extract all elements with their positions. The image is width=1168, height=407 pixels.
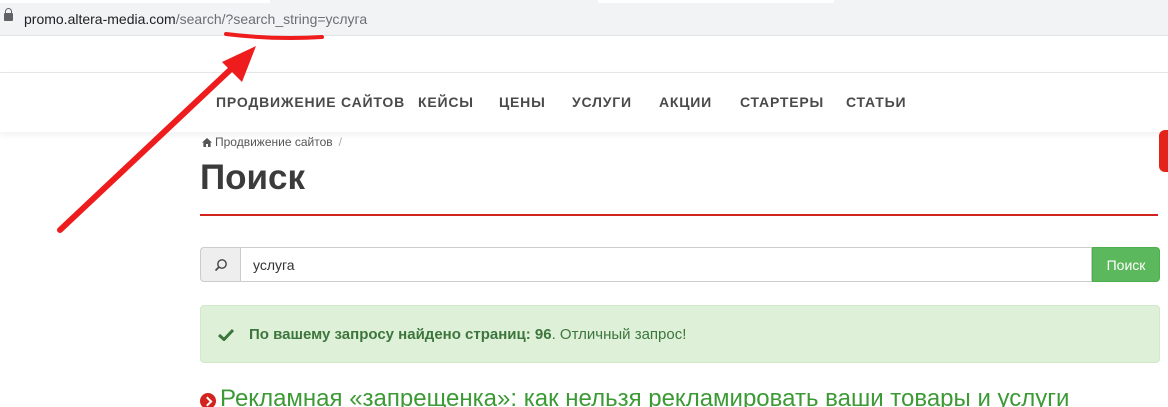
check-icon (218, 328, 234, 341)
title-divider (200, 214, 1158, 216)
search-addon (200, 247, 240, 282)
url-domain: promo.altera-media.com (24, 11, 176, 27)
search-icon (214, 258, 227, 271)
side-widget-tab[interactable] (1159, 130, 1168, 172)
search-form: Поиск (200, 247, 1160, 282)
nav-item-promos[interactable]: АКЦИИ (659, 94, 712, 110)
home-icon (202, 138, 212, 147)
nav-item-prices[interactable]: ЦЕНЫ (499, 94, 546, 110)
url-path: /search/?search_string=услуга (175, 11, 368, 27)
search-input[interactable] (240, 247, 1092, 282)
alert-suffix-text: . Отличный запрос! (551, 326, 687, 343)
alert-count-text: По вашему запросу найдено страниц: 96 (249, 326, 552, 343)
breadcrumb-home-link[interactable]: Продвижение сайтов (215, 135, 333, 149)
page-title: Поиск (200, 158, 306, 197)
nav-item-articles[interactable]: СТАТЬИ (846, 94, 906, 110)
breadcrumb-separator: / (338, 135, 342, 149)
nav-item-cases[interactable]: КЕЙСЫ (418, 94, 474, 110)
nav-item-services[interactable]: УСЛУГИ (572, 94, 632, 110)
search-button[interactable]: Поиск (1092, 247, 1160, 282)
lock-icon (4, 8, 13, 21)
nav-item-promotion[interactable]: ПРОДВИЖЕНИЕ САЙТОВ (216, 94, 405, 110)
browser-tab-edge (0, 0, 270, 3)
chevron-right-circle-icon (200, 393, 216, 407)
alert-message: По вашему запросу найдено страниц: 96. О… (249, 326, 686, 343)
main-nav: ПРОДВИЖЕНИЕ САЙТОВ КЕЙСЫ ЦЕНЫ УСЛУГИ АКЦ… (0, 72, 1168, 132)
nav-item-starters[interactable]: СТАРТЕРЫ (740, 94, 824, 110)
browser-address-bar[interactable]: promo.altera-media.com/search/?search_st… (0, 0, 1168, 36)
browser-tab-edge (598, 0, 834, 3)
result-title-link[interactable]: Рекламная «запрещенка»: как нельзя рекла… (220, 385, 1069, 407)
search-result-alert: По вашему запросу найдено страниц: 96. О… (200, 305, 1160, 363)
url-text[interactable]: promo.altera-media.com/search/?search_st… (24, 11, 367, 27)
breadcrumb: Продвижение сайтов / (202, 135, 342, 149)
